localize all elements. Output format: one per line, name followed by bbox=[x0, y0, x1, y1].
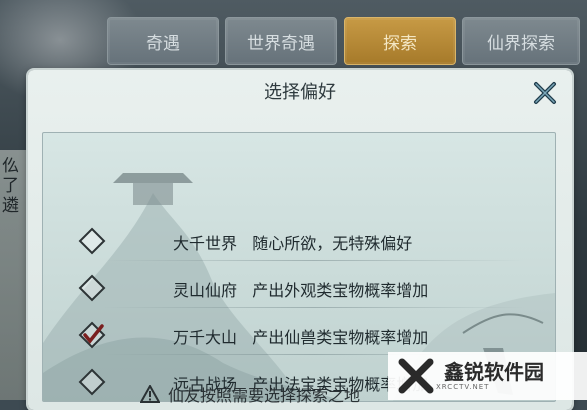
warning-icon bbox=[140, 385, 160, 403]
watermark-url: XRCCTV.NET bbox=[436, 383, 490, 391]
close-icon bbox=[534, 82, 556, 104]
option-daqian-world[interactable]: 大千世界 随心所欲，无特殊偏好 bbox=[43, 221, 555, 261]
tab-label: 世界奇遇 bbox=[247, 33, 315, 54]
tab-immortal-explore[interactable]: 仙界探索 bbox=[462, 17, 580, 65]
background-partial-text: 仫了遴 bbox=[2, 156, 19, 216]
site-watermark: 鑫锐软件园 XRCCTV.NET bbox=[388, 352, 587, 400]
option-label: 大千世界 随心所欲，无特殊偏好 bbox=[173, 234, 413, 253]
tab-label: 探索 bbox=[383, 33, 417, 54]
diamond-checkbox-icon[interactable] bbox=[77, 367, 107, 397]
watermark-name: 鑫锐软件园 bbox=[444, 360, 544, 384]
option-lingshan-xianfu[interactable]: 灵山仙府 产出外观类宝物概率增加 bbox=[43, 268, 555, 308]
warning-text: 仙友按照需要选择探索之地 bbox=[168, 386, 361, 405]
diamond-checkbox-icon[interactable] bbox=[77, 273, 107, 303]
diamond-checkbox-icon[interactable] bbox=[77, 226, 107, 256]
tab-label: 奇遇 bbox=[146, 33, 180, 54]
tab-label: 仙界探索 bbox=[487, 33, 555, 54]
tab-qiyu[interactable]: 奇遇 bbox=[107, 17, 219, 65]
diamond-checkbox-checked-icon[interactable] bbox=[77, 320, 107, 350]
tab-explore[interactable]: 探索 bbox=[344, 17, 456, 65]
warning-notice: 仙友按照需要选择探索之地 bbox=[140, 382, 360, 406]
option-label: 万千大山 产出仙兽类宝物概率增加 bbox=[173, 328, 429, 347]
option-wanqian-mountain[interactable]: 万千大山 产出仙兽类宝物概率增加 bbox=[43, 315, 555, 355]
dialog-title: 选择偏好 bbox=[264, 82, 336, 103]
option-label: 灵山仙府 产出外观类宝物概率增加 bbox=[173, 281, 429, 300]
watermark-logo-icon bbox=[398, 358, 434, 394]
tab-world-qiyu[interactable]: 世界奇遇 bbox=[225, 17, 337, 65]
close-button[interactable] bbox=[532, 80, 558, 106]
